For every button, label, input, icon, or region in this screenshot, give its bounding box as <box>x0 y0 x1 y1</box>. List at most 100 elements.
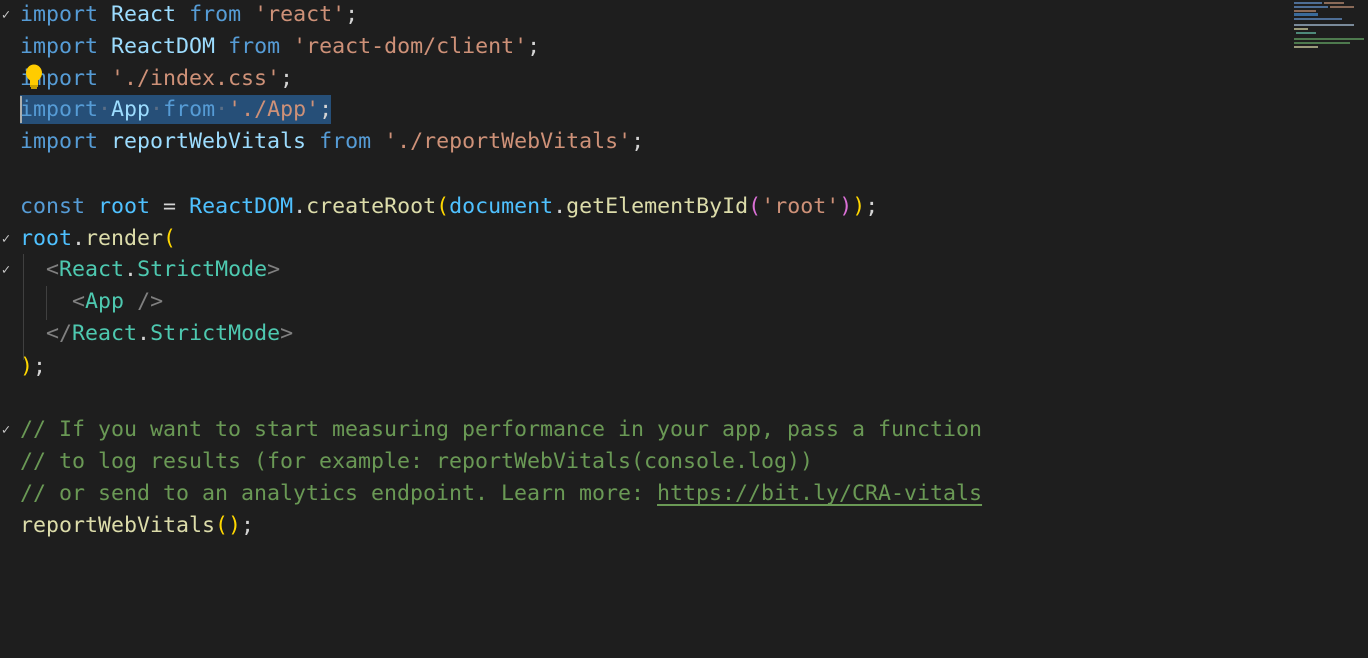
code-token: // or send to an analytics endpoint. Lea… <box>20 481 658 506</box>
code-token: ) <box>20 354 34 379</box>
code-token: './reportWebVitals' <box>384 129 632 154</box>
code-token: StrictMode <box>150 321 281 346</box>
code-token: </ <box>46 321 73 346</box>
code-token: ReactDOM <box>189 194 294 219</box>
code-token: import <box>20 2 99 27</box>
code-editor[interactable]: ✓ import React from 'react'; import ReactD… <box>0 0 1368 658</box>
code-token: import <box>20 97 99 122</box>
gutter <box>0 479 12 509</box>
code-token: import <box>20 129 99 154</box>
code-token: from <box>163 97 216 122</box>
code-token: ( <box>436 194 450 219</box>
indent-guide <box>23 254 24 360</box>
code-text: <App /> <box>20 287 163 317</box>
fold-chevron-icon[interactable]: ✓ <box>0 0 12 30</box>
code-token: = <box>150 194 190 219</box>
code-token: const <box>20 194 86 219</box>
code-token: React <box>59 257 125 282</box>
code-text: // If you want to start measuring perfor… <box>20 415 982 445</box>
gutter <box>0 32 12 62</box>
code-token: from <box>189 2 242 27</box>
code-token: ; <box>631 129 645 154</box>
code-token: ; <box>345 2 359 27</box>
code-token: getElementById <box>566 194 749 219</box>
code-token: . <box>293 194 307 219</box>
code-token: root <box>20 226 73 251</box>
code-token: ; <box>33 354 47 379</box>
gutter <box>0 352 12 382</box>
code-token: reportWebVitals <box>20 513 216 538</box>
lightbulb-icon[interactable] <box>22 63 46 91</box>
code-text: root.render( <box>20 224 176 254</box>
code-token: < <box>72 289 86 314</box>
code-token: App <box>111 97 151 122</box>
code-token: /> <box>137 289 164 314</box>
code-token: . <box>124 257 138 282</box>
fold-chevron-icon[interactable]: ✓ <box>0 415 12 445</box>
code-text: reportWebVitals(); <box>20 511 254 541</box>
code-token: App <box>85 289 125 314</box>
code-text: <React.StrictMode> <box>20 255 280 285</box>
code-text: </React.StrictMode> <box>20 319 293 349</box>
code-token: · <box>150 97 164 122</box>
code-token: ReactDOM <box>111 34 216 59</box>
code-token: // to log results (for example: reportWe… <box>20 449 814 474</box>
fold-chevron-icon[interactable]: ✓ <box>0 255 12 285</box>
code-token: render <box>85 226 164 251</box>
code-token: React <box>72 321 138 346</box>
code-token: 'root' <box>761 194 840 219</box>
code-token: · <box>215 97 229 122</box>
code-text: import·App·from·'./App'; <box>20 95 332 125</box>
code-text: // or send to an analytics endpoint. Lea… <box>20 479 982 509</box>
gutter <box>0 64 12 94</box>
gutter <box>0 287 12 317</box>
gutter <box>0 447 12 477</box>
code-token: . <box>553 194 567 219</box>
code-token: ( <box>163 226 177 251</box>
minimap[interactable] <box>1292 0 1368 50</box>
code-token: ; <box>280 66 294 91</box>
gutter <box>0 95 12 125</box>
code-token: ; <box>865 194 879 219</box>
fold-chevron-icon[interactable]: ✓ <box>0 224 12 254</box>
code-token: > <box>267 257 281 282</box>
code-text: import React from 'react'; <box>20 0 358 30</box>
code-token: './App' <box>228 97 320 122</box>
code-text: import './index.css'; <box>20 64 293 94</box>
code-token: root <box>98 194 151 219</box>
code-token: from <box>319 129 372 154</box>
gutter <box>0 319 12 349</box>
code-token: . <box>72 226 86 251</box>
indent-guide <box>46 286 47 320</box>
gutter <box>0 127 12 157</box>
code-text: // to log results (for example: reportWe… <box>20 447 813 477</box>
code-token: ) <box>228 513 242 538</box>
code-text: import reportWebVitals from './reportWeb… <box>20 127 644 157</box>
code-token: reportWebVitals <box>111 129 307 154</box>
code-token: React <box>111 2 177 27</box>
code-text: import ReactDOM from 'react-dom/client'; <box>20 32 540 62</box>
code-token: ; <box>527 34 541 59</box>
code-token: ; <box>319 97 333 122</box>
gutter <box>0 384 12 414</box>
code-token: './index.css' <box>111 66 281 91</box>
code-token: // If you want to start measuring perfor… <box>20 417 983 442</box>
code-token[interactable]: https://bit.ly/CRA-vitals <box>657 481 982 506</box>
code-token: > <box>280 321 294 346</box>
code-token: ; <box>241 513 255 538</box>
code-token: < <box>46 257 60 282</box>
code-token: 'react' <box>254 2 346 27</box>
gutter <box>0 192 12 222</box>
code-token: createRoot <box>306 194 437 219</box>
code-token: import <box>20 34 99 59</box>
